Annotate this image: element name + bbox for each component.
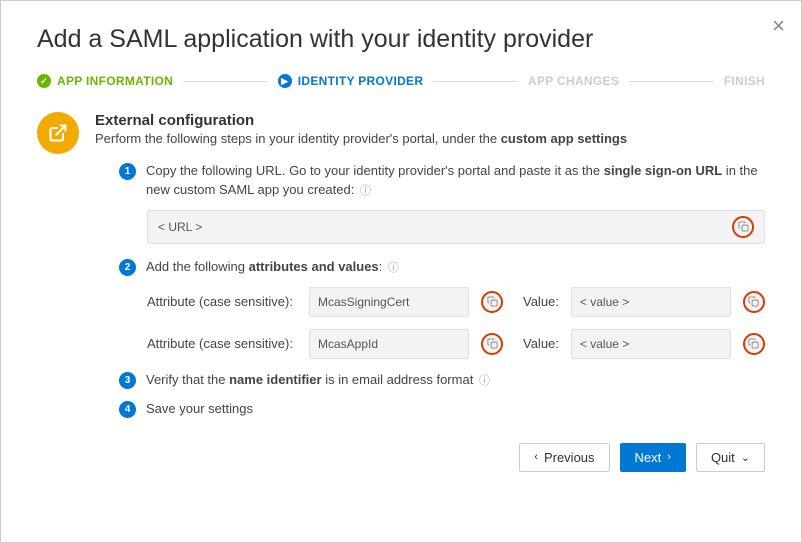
step-label: APP INFORMATION xyxy=(57,74,173,88)
value-label: Value: xyxy=(523,336,559,351)
step-label: FINISH xyxy=(724,74,765,88)
step-divider xyxy=(629,81,714,82)
attribute-row: Attribute (case sensitive): McasSigningC… xyxy=(147,287,765,317)
info-icon[interactable]: ⓘ xyxy=(360,185,371,197)
instruction-step-4: 4 Save your settings xyxy=(95,400,765,419)
external-link-icon xyxy=(37,112,79,154)
attribute-label: Attribute (case sensitive): xyxy=(147,336,297,351)
instruction-step-3: 3 Verify that the name identifier is in … xyxy=(95,371,765,390)
quit-button[interactable]: Quit ⌄ xyxy=(696,443,765,472)
chevron-left-icon: ‹ xyxy=(534,451,538,463)
copy-value-button[interactable] xyxy=(743,333,765,355)
info-icon[interactable]: ⓘ xyxy=(388,262,399,274)
step-number-bullet: 4 xyxy=(119,401,136,418)
step-identity-provider: ▶ IDENTITY PROVIDER xyxy=(278,74,424,88)
attribute-name-field: McasSigningCert xyxy=(309,287,469,317)
chevron-right-icon: › xyxy=(667,451,671,463)
sso-url-value: < URL > xyxy=(158,220,202,234)
section-subtext: Perform the following steps in your iden… xyxy=(95,131,765,146)
wizard-footer: ‹ Previous Next › Quit ⌄ xyxy=(37,443,765,472)
sso-url-field: < URL > xyxy=(147,210,765,244)
step-number-bullet: 2 xyxy=(119,259,136,276)
attribute-value-field: < value > xyxy=(571,329,731,359)
step-app-changes: APP CHANGES xyxy=(528,74,619,88)
step-divider xyxy=(433,81,518,82)
step-number-bullet: 1 xyxy=(119,163,136,180)
attribute-row: Attribute (case sensitive): McasAppId Va… xyxy=(147,329,765,359)
step-number-bullet: 3 xyxy=(119,372,136,389)
attribute-name-field: McasAppId xyxy=(309,329,469,359)
chevron-down-icon: ⌄ xyxy=(741,451,750,464)
copy-attribute-button[interactable] xyxy=(481,333,503,355)
copy-url-button[interactable] xyxy=(732,216,754,238)
wizard-stepper: ✓ APP INFORMATION ▶ IDENTITY PROVIDER AP… xyxy=(37,74,765,88)
info-icon[interactable]: ⓘ xyxy=(479,375,490,387)
check-icon: ✓ xyxy=(37,74,51,88)
next-button[interactable]: Next › xyxy=(620,443,686,472)
modal-title: Add a SAML application with your identit… xyxy=(37,25,765,54)
attribute-label: Attribute (case sensitive): xyxy=(147,294,297,309)
step-divider xyxy=(183,81,268,82)
play-icon: ▶ xyxy=(278,74,292,88)
section-heading: External configuration xyxy=(95,112,765,129)
previous-button[interactable]: ‹ Previous xyxy=(519,443,609,472)
step-label: APP CHANGES xyxy=(528,74,619,88)
instruction-step-1: 1 Copy the following URL. Go to your ide… xyxy=(95,162,765,200)
value-label: Value: xyxy=(523,294,559,309)
step-label: IDENTITY PROVIDER xyxy=(298,74,424,88)
instruction-step-2: 2 Add the following attributes and value… xyxy=(95,258,765,277)
close-icon[interactable]: × xyxy=(772,13,785,39)
copy-value-button[interactable] xyxy=(743,291,765,313)
copy-attribute-button[interactable] xyxy=(481,291,503,313)
attribute-value-field: < value > xyxy=(571,287,731,317)
step-app-information: ✓ APP INFORMATION xyxy=(37,74,173,88)
step-finish: FINISH xyxy=(724,74,765,88)
